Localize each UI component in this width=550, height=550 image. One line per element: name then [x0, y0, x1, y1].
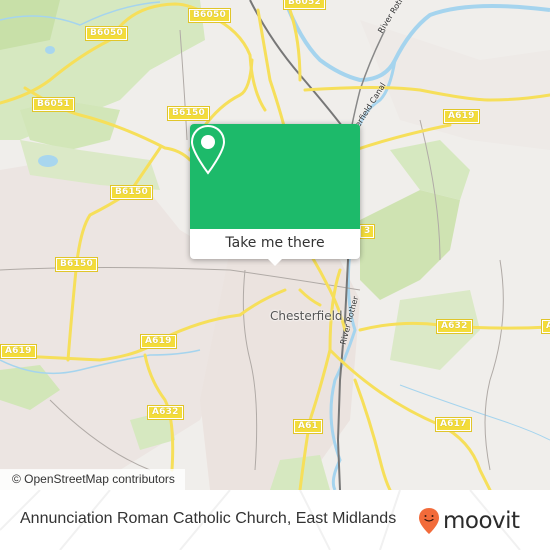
road-label-b6052: B6052 — [283, 0, 326, 10]
pond — [45, 46, 55, 54]
road-label-a617: A617 — [435, 417, 472, 432]
road-label-b6150: B6150 — [110, 185, 153, 200]
moovit-wordmark: moovit — [443, 508, 520, 534]
road-label-a6-partial: A6 — [541, 319, 550, 334]
road-label-b6150: B6150 — [167, 106, 210, 121]
road-label-a619: A619 — [140, 334, 177, 349]
road-label-a632: A632 — [436, 319, 473, 334]
location-popup: Take me there — [190, 124, 360, 266]
place-label-chesterfield: Chesterfield — [270, 309, 343, 323]
road-label-a632: A632 — [147, 405, 184, 420]
popup-pointer — [267, 258, 283, 266]
road-label-a619: A619 — [0, 344, 37, 359]
popup-header[interactable] — [190, 124, 360, 229]
moovit-logo[interactable]: moovit — [418, 507, 520, 535]
map-canvas[interactable]: B6052 B6050 B6050 B6051 B6150 B6150 B615… — [0, 0, 550, 490]
map-attribution[interactable]: © OpenStreetMap contributors — [0, 469, 185, 490]
footer: Annunciation Roman Catholic Church, East… — [0, 490, 550, 550]
road-label-b6051: B6051 — [32, 97, 75, 112]
road-label-b6150: B6150 — [55, 257, 98, 272]
road-label-a619: A619 — [443, 109, 480, 124]
place-title: Annunciation Roman Catholic Church, East… — [20, 510, 397, 527]
map-pin-icon — [190, 124, 226, 175]
moovit-pin-icon — [419, 508, 439, 534]
road-label-b6050: B6050 — [188, 8, 231, 23]
road-label-partial: 3 — [358, 224, 376, 239]
take-me-there-button[interactable]: Take me there — [190, 229, 360, 259]
road-label-b6050: B6050 — [85, 26, 128, 41]
road-label-a61: A61 — [292, 419, 324, 434]
lake — [38, 155, 58, 167]
